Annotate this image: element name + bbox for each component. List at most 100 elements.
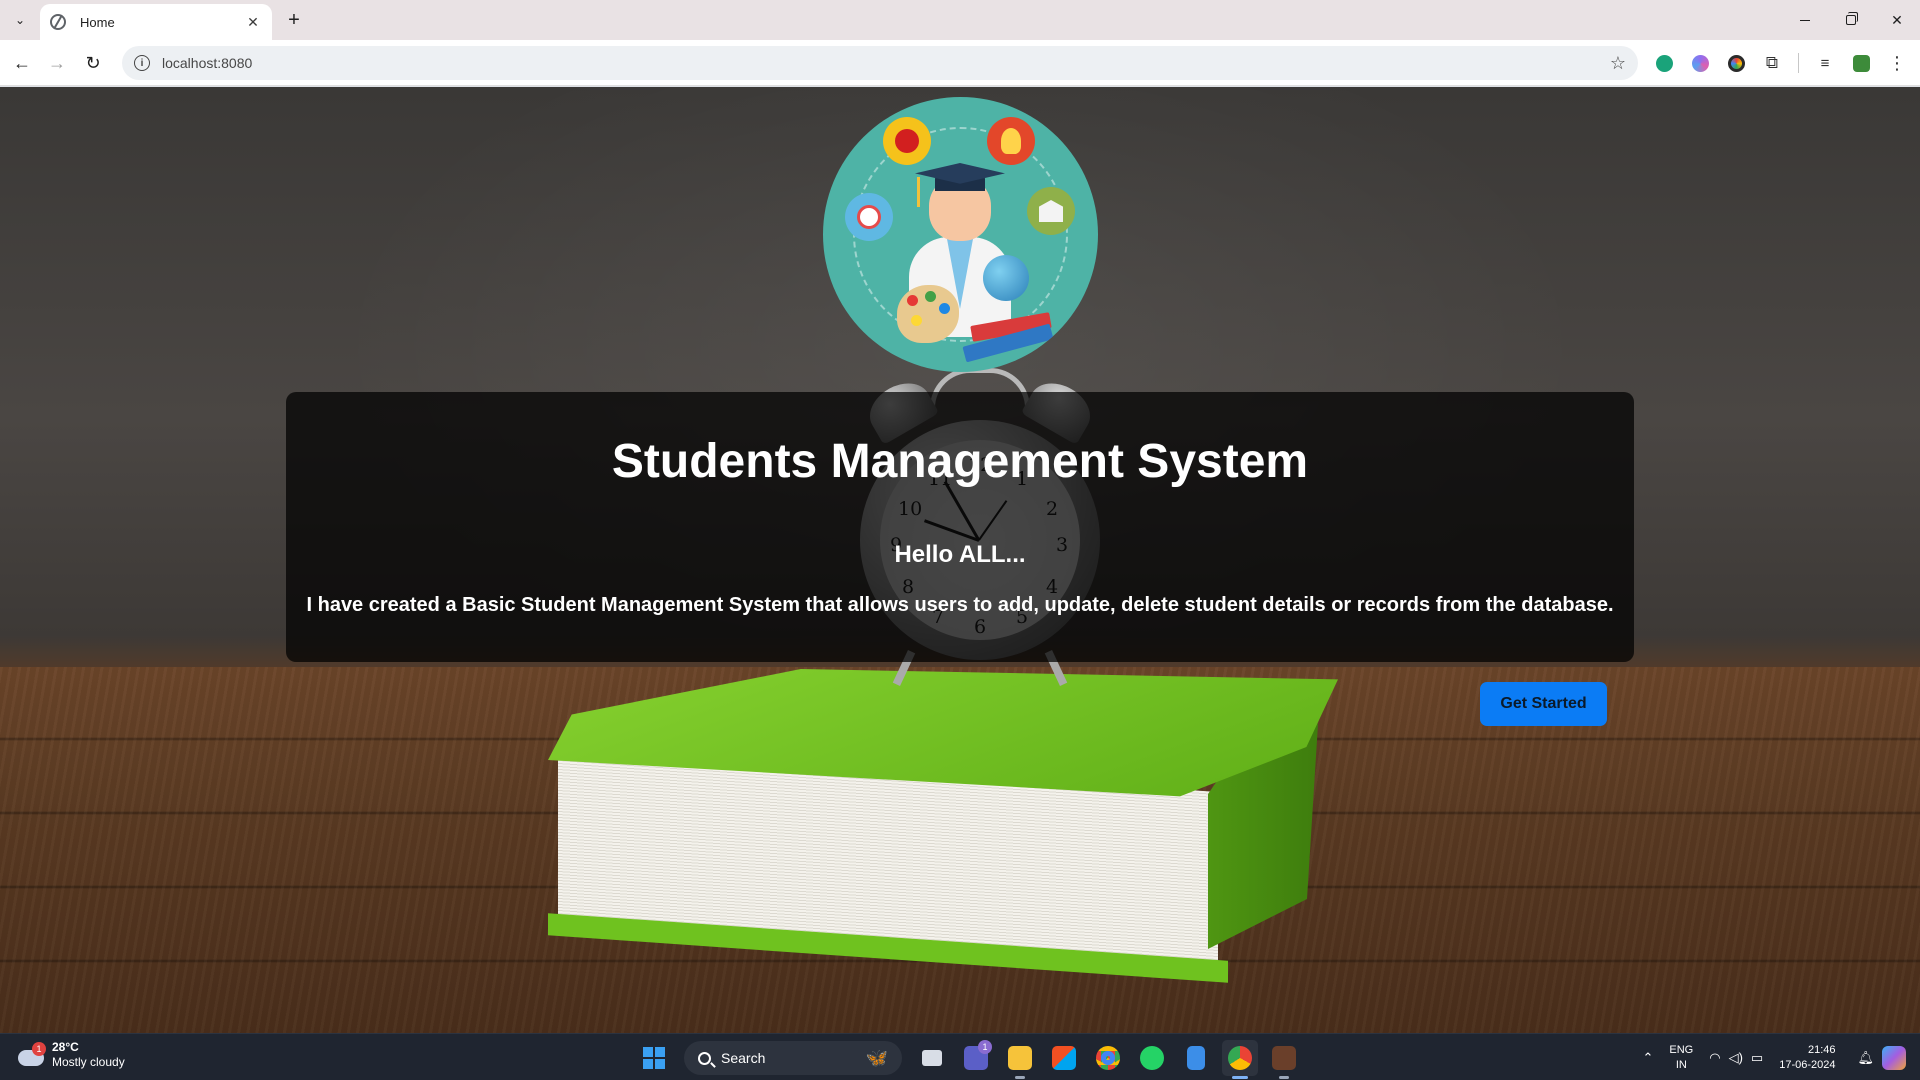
new-tab-button[interactable]: + <box>282 8 306 32</box>
intro-panel: Students Management System Hello ALL... … <box>286 392 1634 662</box>
chevron-up-icon: ⌃ <box>1642 1049 1654 1065</box>
file-explorer-button[interactable] <box>1002 1040 1038 1079</box>
arrow-right-icon: → <box>48 52 66 73</box>
bell-icon: 🔔︎ <box>1857 1049 1874 1065</box>
globe-icon <box>50 14 66 30</box>
tab-search-button[interactable]: ⌄ <box>8 8 32 32</box>
folder-icon <box>1008 1046 1032 1070</box>
extensions-button[interactable]: ⧉ <box>1760 51 1784 75</box>
chrome-button[interactable] <box>1090 1040 1126 1076</box>
back-button[interactable]: ← <box>10 51 34 75</box>
description-text: I have created a Basic Student Managemen… <box>306 594 1614 616</box>
chatgpt-extension[interactable] <box>1652 51 1676 75</box>
profile-button[interactable] <box>1849 51 1873 75</box>
task-view-icon <box>922 1050 942 1066</box>
wifi-icon: ◠ <box>1709 1049 1721 1065</box>
alarm-icon <box>845 193 893 241</box>
greeting-heading: Hello ALL... <box>894 541 1026 568</box>
taskbar-apps: Search 🦋 1 <box>636 1040 1302 1079</box>
taskbar: 1 28°C Mostly cloudy Search 🦋 1 ⌃ ENG IN… <box>0 1033 1920 1080</box>
language-indicator[interactable]: ENG IN <box>1661 1043 1701 1073</box>
paint-dot <box>911 315 922 326</box>
running-indicator <box>1015 1076 1025 1079</box>
cap-tassel <box>917 177 920 207</box>
weather-badge: 1 <box>32 1042 46 1056</box>
battery-icon: ▭ <box>1750 1049 1764 1065</box>
language-line1: ENG <box>1669 1043 1694 1056</box>
game-app-icon <box>1272 1046 1296 1070</box>
media-button[interactable]: ≡ <box>1813 51 1837 75</box>
paint-dot <box>925 291 936 302</box>
toolbar-separator <box>1798 53 1799 73</box>
network-volume-battery[interactable]: ◠ ◁) ▭ <box>1701 1050 1771 1066</box>
extensions-row: ⧉ ≡ ⋮ <box>1652 51 1909 75</box>
menu-button[interactable]: ⋮ <box>1885 51 1909 75</box>
task-view-button[interactable] <box>914 1040 950 1076</box>
bookmark-star-icon[interactable]: ☆ <box>1610 53 1626 74</box>
tab-strip: ⌄ Home ✕ + ✕ <box>0 0 1920 40</box>
weather-widget[interactable]: 1 28°C Mostly cloudy <box>16 1040 125 1070</box>
search-label: Search <box>721 1050 766 1066</box>
museum-icon <box>1027 187 1075 235</box>
gemini-extension[interactable] <box>1688 51 1712 75</box>
reload-icon: ↻ <box>85 52 101 73</box>
page-viewport: 12 1 2 3 4 5 6 7 8 9 10 11 <box>0 87 1920 1033</box>
paint-dot <box>907 295 918 306</box>
color-wheel-icon <box>1727 54 1745 72</box>
taskbar-search[interactable]: Search 🦋 <box>684 1041 902 1075</box>
copilot-icon[interactable] <box>1882 1045 1906 1070</box>
chevron-down-icon: ⌄ <box>14 13 26 27</box>
playlist-icon: ≡ <box>1820 54 1830 72</box>
forward-button[interactable]: → <box>45 51 69 75</box>
start-button[interactable] <box>636 1040 672 1076</box>
notifications-button[interactable]: 🔔︎ <box>1849 1050 1882 1066</box>
more-vertical-icon: ⋮ <box>1888 52 1906 73</box>
volume-icon: ◁) <box>1728 1049 1743 1065</box>
weather-text: 28°C Mostly cloudy <box>52 1040 125 1070</box>
search-icon <box>698 1051 711 1065</box>
store-button[interactable] <box>1046 1040 1082 1076</box>
avatar <box>1852 54 1870 72</box>
sparkle-icon <box>1691 54 1709 72</box>
restore-button[interactable] <box>1828 0 1874 40</box>
whatsapp-button[interactable] <box>1134 1040 1170 1076</box>
lightbulb-icon <box>987 117 1035 165</box>
taskbar-date: 17-06-2024 <box>1779 1058 1836 1071</box>
cloud-icon: 1 <box>16 1042 46 1068</box>
butterfly-icon: 🦋 <box>865 1047 888 1068</box>
game-app-button[interactable] <box>1266 1040 1302 1079</box>
chrome-profile-icon <box>1228 1046 1252 1070</box>
language-line2: IN <box>1675 1058 1687 1071</box>
teams-button[interactable]: 1 <box>958 1040 994 1076</box>
taskbar-clock[interactable]: 21:46 17-06-2024 <box>1771 1043 1849 1073</box>
chrome-icon <box>1096 1046 1120 1070</box>
chrome-active-button[interactable] <box>1222 1040 1258 1079</box>
background-book <box>548 669 1338 983</box>
student-logo <box>823 97 1098 372</box>
running-indicator <box>1232 1076 1248 1079</box>
reload-button[interactable]: ↻ <box>81 51 105 75</box>
weather-temp: 28°C <box>52 1040 79 1054</box>
system-tray: ⌃ ENG IN ◠ ◁) ▭ 21:46 17-06-2024 🔔︎ <box>1634 1034 1920 1080</box>
color-extension[interactable] <box>1724 51 1748 75</box>
paint-palette-icon <box>897 285 959 343</box>
windows-icon <box>643 1047 665 1069</box>
apple-icon <box>883 117 931 165</box>
url-text[interactable]: localhost:8080 <box>162 55 1610 71</box>
minimize-icon <box>1800 19 1810 21</box>
tab-close-button[interactable]: ✕ <box>244 14 262 31</box>
weather-condition: Mostly cloudy <box>52 1055 125 1069</box>
page-title: Students Management System <box>611 435 1309 488</box>
puzzle-icon: ⧉ <box>1765 53 1779 72</box>
address-bar[interactable]: i localhost:8080 ☆ <box>122 46 1638 80</box>
notepad-icon <box>1187 1046 1205 1070</box>
tab-home[interactable]: Home ✕ <box>40 4 272 40</box>
get-started-button[interactable]: Get Started <box>1480 682 1607 726</box>
browser-toolbar: ← → ↻ i localhost:8080 ☆ ⧉ ≡ ⋮ <box>0 40 1920 86</box>
site-info-icon[interactable]: i <box>134 55 150 71</box>
close-window-button[interactable]: ✕ <box>1874 0 1920 40</box>
minimize-button[interactable] <box>1782 0 1828 40</box>
tray-overflow-button[interactable]: ⌃ <box>1634 1050 1661 1066</box>
paint-dot <box>939 303 950 314</box>
notepad-button[interactable] <box>1178 1040 1214 1076</box>
